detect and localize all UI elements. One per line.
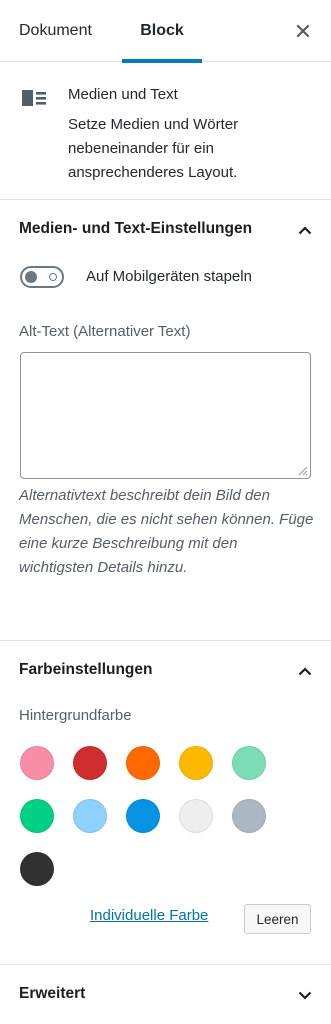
toggle-knob xyxy=(25,271,37,283)
color-swatch-pale-pink[interactable] xyxy=(20,746,54,780)
block-settings-sidebar: Dokument Block Medien und Text Setze Med… xyxy=(0,0,331,1024)
color-settings-toggle[interactable]: Farbeinstellungen xyxy=(0,646,331,696)
color-swatch-vivid-red[interactable] xyxy=(73,746,107,780)
color-swatch-green-cyan[interactable] xyxy=(20,799,54,833)
background-color-label: Hintergrundfarbe xyxy=(19,707,132,724)
chevron-down-icon xyxy=(295,985,315,1005)
media-text-settings-toggle[interactable]: Medien- und Text-Einstellungen xyxy=(0,205,331,255)
tab-document[interactable]: Dokument xyxy=(19,0,92,62)
close-icon xyxy=(296,24,310,38)
color-swatch-cyan-blue[interactable] xyxy=(126,799,160,833)
close-button[interactable] xyxy=(289,17,317,45)
advanced-settings-toggle[interactable]: Erweitert xyxy=(0,970,331,1020)
color-swatch-orange[interactable] xyxy=(126,746,160,780)
stack-on-mobile-label: Auf Mobilgeräten stapeln xyxy=(86,268,252,285)
color-swatch-light-green-cyan[interactable] xyxy=(232,746,266,780)
color-swatch-cyan-bluish-gray[interactable] xyxy=(232,799,266,833)
clear-color-button[interactable]: Leeren xyxy=(244,904,311,934)
alt-text-label: Alt-Text (Alternativer Text) xyxy=(19,323,191,340)
block-card: Medien und Text Setze Medien und Wörter … xyxy=(0,62,331,200)
color-swatch-very-dark-gray[interactable] xyxy=(20,852,54,886)
block-title: Medien und Text xyxy=(68,86,178,103)
stack-on-mobile-toggle[interactable] xyxy=(20,266,64,288)
media-text-settings-title: Medien- und Text-Einstellungen xyxy=(19,220,253,237)
section-divider xyxy=(0,964,331,965)
section-divider xyxy=(0,640,331,641)
block-description: Setze Medien und Wörter nebeneinander fü… xyxy=(68,116,239,181)
chevron-up-icon xyxy=(295,661,315,681)
color-swatch-pale-cyan-blue[interactable] xyxy=(73,799,107,833)
tab-block[interactable]: Block xyxy=(122,0,202,63)
alt-text-field[interactable] xyxy=(20,352,311,479)
alt-text-help: Alternativtext beschreibt dein Bild den … xyxy=(19,487,314,576)
advanced-settings-title: Erweitert xyxy=(19,985,86,1002)
color-swatch-amber[interactable] xyxy=(179,746,213,780)
chevron-up-icon xyxy=(295,220,315,240)
custom-color-link[interactable]: Individuelle Farbe xyxy=(90,907,208,924)
color-swatch-very-light-gray[interactable] xyxy=(179,799,213,833)
media-text-icon xyxy=(22,90,46,106)
toggle-off-indicator xyxy=(49,273,57,281)
color-settings-title: Farbeinstellungen xyxy=(19,661,153,678)
sidebar-tabs: Dokument Block xyxy=(0,0,331,63)
stack-on-mobile-row: Auf Mobilgeräten stapeln xyxy=(19,262,319,292)
